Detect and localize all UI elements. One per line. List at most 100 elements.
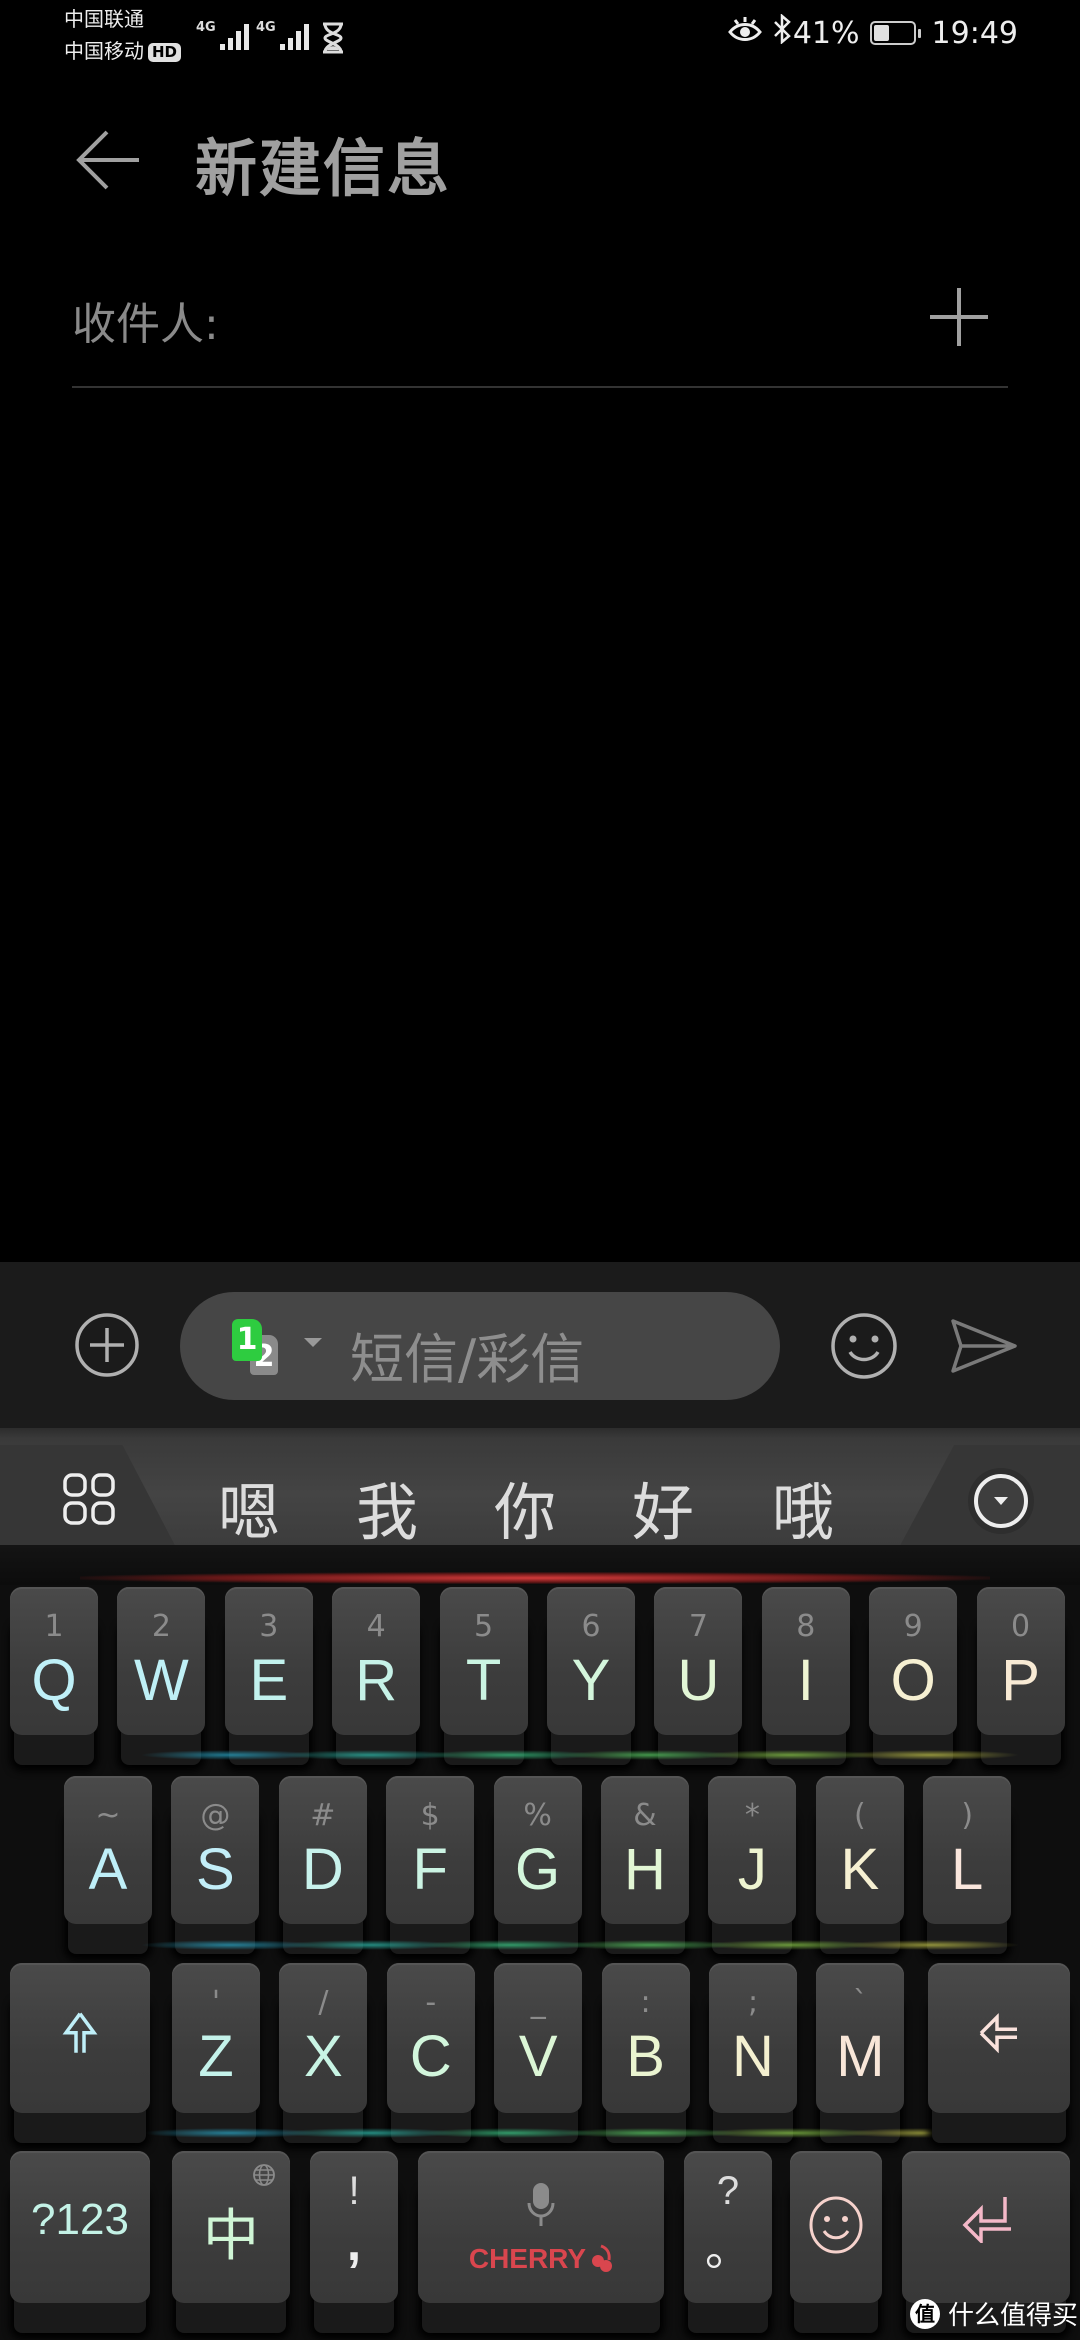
grid-icon bbox=[63, 1473, 115, 1525]
key-secondary-label: & bbox=[633, 1798, 657, 1833]
space-key[interactable]: CHERRY bbox=[418, 2151, 664, 2303]
emoji-key[interactable] bbox=[790, 2151, 882, 2303]
shift-key[interactable] bbox=[10, 1963, 150, 2113]
watermark-badge: 值 bbox=[910, 2298, 940, 2329]
network-type-1: 4G bbox=[196, 20, 216, 35]
backlight-glow bbox=[840, 1940, 1020, 1950]
key-z[interactable]: ' Z bbox=[172, 1963, 260, 2113]
symbols-key[interactable]: ?123 bbox=[10, 2151, 150, 2303]
enter-arrow-icon bbox=[962, 2197, 1011, 2243]
backlight-glow bbox=[840, 2128, 1020, 2138]
enter-key[interactable] bbox=[902, 2151, 1070, 2303]
backlight-glow bbox=[80, 1572, 990, 1584]
key-l[interactable]: ) L bbox=[923, 1776, 1012, 1924]
key-b[interactable]: :B bbox=[601, 1963, 690, 2113]
key-u[interactable]: 7U bbox=[654, 1587, 743, 1735]
key-m[interactable]: ` M bbox=[816, 1963, 905, 2113]
shift-arrow-icon bbox=[62, 2012, 98, 2053]
key-h[interactable]: & H bbox=[601, 1776, 689, 1924]
backlight-glow bbox=[840, 1750, 1020, 1760]
key-s[interactable]: @ S bbox=[171, 1776, 260, 1924]
send-button[interactable] bbox=[950, 1318, 1018, 1378]
key-i[interactable]: 8I bbox=[761, 1587, 850, 1735]
emoji-button[interactable] bbox=[830, 1312, 898, 1384]
key-j[interactable]: * J bbox=[708, 1776, 797, 1924]
key-secondary-label: # bbox=[310, 1798, 336, 1833]
attach-button[interactable] bbox=[74, 1312, 140, 1382]
send-icon bbox=[951, 1319, 1017, 1373]
page-title: 新建信息 bbox=[195, 132, 452, 205]
key-n[interactable]: ; N bbox=[709, 1963, 797, 2113]
key-secondary-label: 7 bbox=[688, 1609, 708, 1644]
smiley-icon bbox=[831, 1313, 897, 1379]
key-primary-label: P bbox=[1001, 1648, 1040, 1713]
language-label: 中 bbox=[203, 2204, 259, 2267]
key-y[interactable]: 6Y bbox=[547, 1587, 635, 1735]
plus-icon bbox=[930, 288, 988, 346]
punctuation-key-2[interactable]: ? 。 bbox=[684, 2151, 772, 2303]
key-primary-label: F bbox=[412, 1837, 448, 1902]
battery-icon bbox=[869, 21, 921, 45]
key-primary-label: A bbox=[88, 1837, 128, 1902]
key-primary-label: C bbox=[409, 2024, 452, 2089]
key-primary-label: V bbox=[518, 2024, 558, 2089]
collapse-keyboard-button[interactable] bbox=[966, 1466, 1036, 1540]
key-g[interactable]: % G bbox=[493, 1776, 582, 1924]
key-secondary-label: 4 bbox=[366, 1609, 386, 1644]
add-recipient-button[interactable] bbox=[928, 286, 990, 352]
candidate-word[interactable]: 嗯 bbox=[218, 1462, 280, 1552]
key-secondary-label: ` bbox=[852, 1985, 868, 2020]
cherry-logo-icon bbox=[592, 2244, 613, 2272]
punct-bottom: 。 bbox=[705, 2223, 751, 2275]
candidate-word[interactable]: 好 bbox=[632, 1462, 694, 1552]
key-c[interactable]: -C bbox=[386, 1963, 475, 2113]
keyboard-menu-button[interactable] bbox=[62, 1472, 118, 1532]
backspace-key[interactable] bbox=[928, 1963, 1070, 2113]
globe-icon bbox=[253, 2164, 275, 2186]
key-secondary-label: 6 bbox=[581, 1609, 601, 1644]
key-primary-label: G bbox=[515, 1837, 561, 1902]
key-q[interactable]: 1Q bbox=[10, 1587, 98, 1735]
recipient-input[interactable] bbox=[72, 280, 892, 370]
key-secondary-label: 1 bbox=[44, 1609, 64, 1644]
key-primary-label: J bbox=[737, 1837, 767, 1902]
key-r[interactable]: 4R bbox=[332, 1587, 421, 1735]
battery-percent: 41% bbox=[792, 15, 860, 51]
key-primary-label: T bbox=[465, 1648, 502, 1713]
carrier-2-row: 中国移动 HD bbox=[64, 38, 182, 64]
candidate-word[interactable]: 我 bbox=[356, 1462, 418, 1552]
key-f[interactable]: $ F bbox=[386, 1776, 475, 1924]
key-p[interactable]: 0P bbox=[976, 1587, 1065, 1735]
key-k[interactable]: (K bbox=[815, 1776, 904, 1924]
key-primary-label: K bbox=[840, 1837, 880, 1902]
sim-dropdown-caret-icon[interactable] bbox=[304, 1338, 322, 1347]
candidate-word[interactable]: 你 bbox=[494, 1462, 556, 1552]
key-d[interactable]: # D bbox=[278, 1776, 367, 1924]
sim-card-1-icon[interactable]: 1 bbox=[232, 1319, 262, 1361]
key-primary-label: N bbox=[732, 2024, 774, 2089]
key-secondary-label: / bbox=[318, 1985, 329, 2020]
key-w[interactable]: 2W bbox=[117, 1587, 206, 1735]
key-e[interactable]: 3E bbox=[224, 1587, 313, 1735]
signal-icon bbox=[279, 20, 309, 50]
key-secondary-label: * bbox=[744, 1798, 760, 1833]
key-primary-label: E bbox=[249, 1648, 289, 1713]
watermark-text: 什么值得买 bbox=[948, 2301, 1079, 2331]
candidate-word[interactable]: 哦 bbox=[772, 1462, 834, 1552]
signal-sim2: 4G bbox=[256, 20, 309, 50]
language-switch-key[interactable]: 中 bbox=[172, 2151, 290, 2303]
key-o[interactable]: 9O bbox=[869, 1587, 958, 1735]
key-primary-label: R bbox=[355, 1648, 398, 1713]
back-button[interactable] bbox=[75, 128, 141, 196]
key-a[interactable]: ~ A bbox=[64, 1776, 152, 1924]
key-primary-label: Q bbox=[31, 1648, 77, 1713]
key-secondary-label: _ bbox=[530, 1985, 546, 2020]
key-v[interactable]: _ V bbox=[494, 1963, 583, 2113]
key-secondary-label: ; bbox=[747, 1985, 759, 2020]
chevron-down-circle-icon bbox=[968, 1468, 1034, 1534]
key-x[interactable]: / X bbox=[279, 1963, 368, 2113]
key-primary-label: Y bbox=[571, 1648, 611, 1713]
key-secondary-label: $ bbox=[420, 1798, 440, 1833]
key-t[interactable]: 5T bbox=[439, 1587, 528, 1735]
punctuation-key-1[interactable]: ! , bbox=[310, 2151, 398, 2303]
